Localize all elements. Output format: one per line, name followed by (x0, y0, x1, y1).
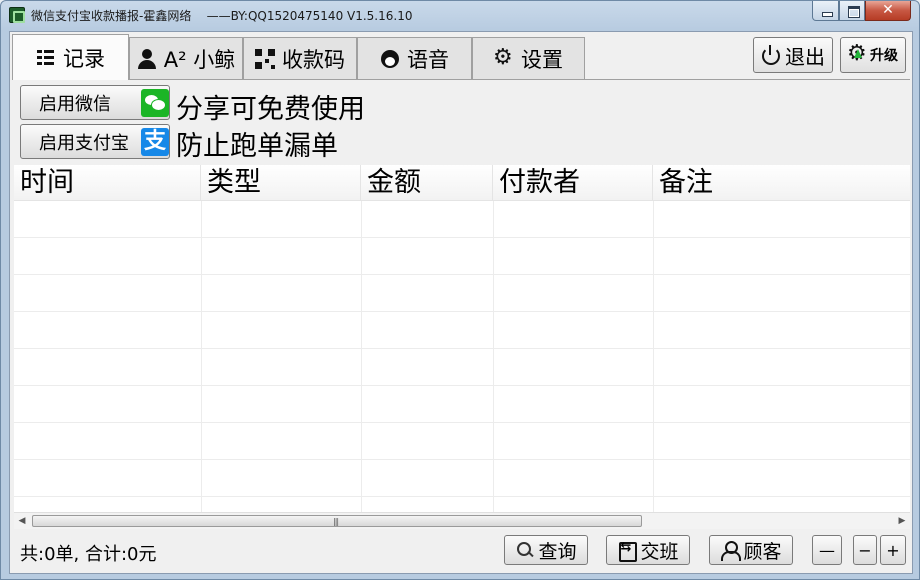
tab-label: 记录 (63, 46, 105, 71)
customer-icon (720, 540, 742, 561)
promo-text-prevent: 防止跑单漏单 (176, 131, 338, 162)
shift-label: 交班 (640, 540, 679, 563)
column-divider (493, 201, 494, 512)
upgrade-label: 升级 (870, 48, 898, 64)
column-header-note[interactable]: 备注 (653, 165, 910, 201)
gear-icon (493, 45, 514, 70)
power-icon (761, 45, 781, 65)
customer-label: 顾客 (743, 540, 782, 563)
table-header: 时间 类型 金额 付款者 备注 (14, 165, 910, 201)
tab-label: 收款码 (282, 48, 345, 72)
qr-code-icon (255, 49, 275, 69)
app-window: 微信支付宝收款播报-霍鑫网络 ——BY:QQ1520475140 V1.5.16… (0, 0, 920, 580)
face-icon (380, 49, 400, 69)
column-divider (361, 201, 362, 512)
records-table[interactable]: 时间 类型 金额 付款者 备注 (14, 165, 910, 512)
tab-account[interactable]: A² 小鲸 (129, 37, 243, 80)
table-body (14, 201, 910, 512)
zoom-out-button[interactable]: − (853, 535, 877, 565)
enable-wechat-label: 启用微信 (39, 93, 111, 115)
list-icon (36, 48, 56, 68)
horizontal-scrollbar[interactable]: ◀ ||| ▶ (14, 512, 910, 529)
user-icon (137, 49, 157, 69)
tab-records[interactable]: 记录 (12, 34, 129, 80)
customer-button[interactable]: 顾客 (709, 535, 793, 565)
query-button[interactable]: 查询 (504, 535, 588, 565)
tab-divider (12, 79, 910, 80)
enable-wechat-button[interactable]: 启用微信 (20, 85, 170, 120)
tab-label: A² 小鲸 (163, 48, 236, 72)
column-header-time[interactable]: 时间 (14, 165, 201, 201)
shift-handover-button[interactable]: 交班 (606, 535, 690, 565)
scroll-left-icon[interactable]: ◀ (17, 516, 27, 526)
query-label: 查询 (538, 540, 577, 563)
logout-button[interactable]: 退出 (753, 37, 833, 73)
search-icon (515, 540, 535, 560)
minimize-button[interactable] (812, 1, 839, 21)
enable-alipay-label: 启用支付宝 (39, 132, 129, 154)
scrollbar-thumb[interactable]: ||| (32, 515, 642, 527)
logout-label: 退出 (785, 44, 825, 69)
close-icon: ✕ (882, 2, 894, 18)
swap-icon (617, 540, 638, 562)
tab-settings[interactable]: 设置 (472, 37, 585, 80)
maximize-button[interactable] (839, 1, 865, 21)
tab-label: 设置 (521, 48, 563, 72)
tab-label: 语音 (407, 48, 449, 72)
summary-text: 共:0单, 合计:0元 (20, 544, 157, 565)
enable-alipay-button[interactable]: 启用支付宝 支 (20, 124, 170, 159)
client-area: 记录 A² 小鲸 收款码 语音 设置 退出 (9, 31, 913, 574)
grip-icon: ||| (333, 517, 339, 526)
column-header-payer[interactable]: 付款者 (493, 165, 653, 201)
dash-button[interactable]: — (812, 535, 842, 565)
window-subtitle: ——BY:QQ1520475140 V1.5.16.10 (206, 9, 413, 23)
tab-voice[interactable]: 语音 (357, 37, 472, 80)
app-icon (9, 7, 25, 23)
tab-qr-code[interactable]: 收款码 (243, 37, 357, 80)
upgrade-icon (847, 41, 868, 66)
column-header-amount[interactable]: 金额 (361, 165, 493, 201)
scroll-right-icon[interactable]: ▶ (897, 516, 907, 526)
column-divider (653, 201, 654, 512)
upgrade-button[interactable]: 升级 (840, 37, 906, 73)
column-divider (201, 201, 202, 512)
zoom-in-button[interactable]: + (880, 535, 906, 565)
wechat-icon (141, 89, 169, 117)
window-title: 微信支付宝收款播报-霍鑫网络 ——BY:QQ1520475140 V1.5.16… (31, 9, 413, 23)
title-bar[interactable]: 微信支付宝收款播报-霍鑫网络 ——BY:QQ1520475140 V1.5.16… (1, 1, 919, 29)
promo-text-share: 分享可免费使用 (176, 94, 365, 125)
alipay-icon: 支 (141, 128, 169, 156)
column-header-type[interactable]: 类型 (201, 165, 361, 201)
close-button[interactable]: ✕ (865, 1, 911, 21)
